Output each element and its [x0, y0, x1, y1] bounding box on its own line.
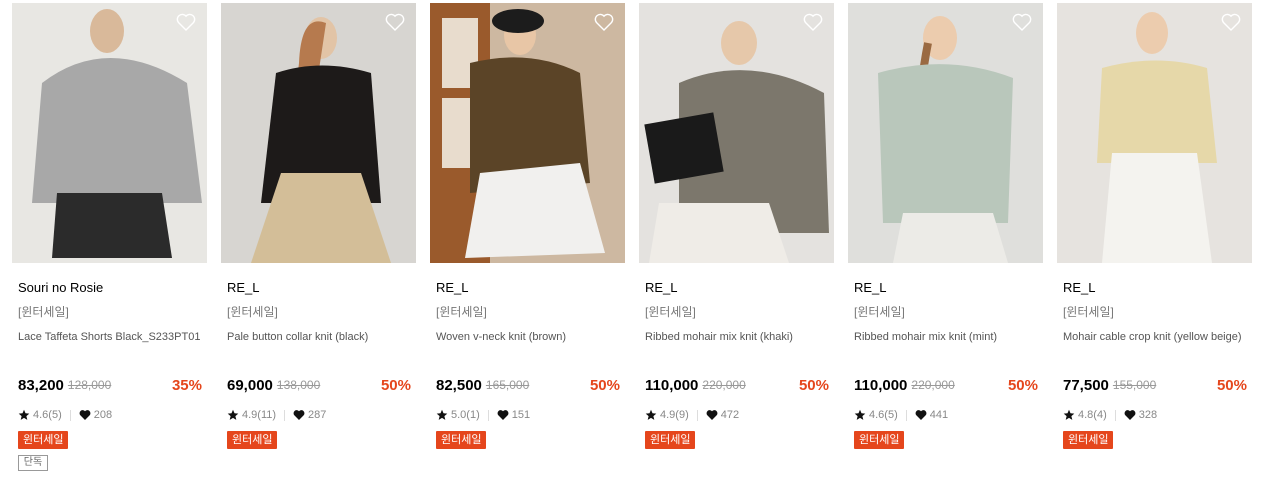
- brand-name[interactable]: RE_L: [645, 280, 829, 296]
- like-count: 151: [511, 409, 531, 421]
- brand-name[interactable]: RE_L: [436, 280, 620, 296]
- sale-price: 83,200: [18, 376, 64, 394]
- heart-icon: [706, 409, 718, 421]
- discount-rate: 50%: [1007, 376, 1038, 394]
- like-count: 287: [308, 409, 327, 421]
- product-title[interactable]: Lace Taffeta Shorts Black_S233PT01: [18, 329, 202, 363]
- rating: 4.9(9): [660, 409, 689, 421]
- divider: [905, 409, 907, 421]
- sale-tag: [윈터세일]: [854, 305, 905, 319]
- sale-tag: [윈터세일]: [645, 305, 696, 319]
- product-card[interactable]: RE_L [윈터세일] Woven v-neck knit (brown) 82…: [430, 3, 625, 498]
- divider: [487, 409, 489, 421]
- product-card[interactable]: RE_L [윈터세일] Ribbed mohair mix knit (khak…: [639, 3, 834, 498]
- product-photo: [12, 3, 207, 263]
- rating: 4.9(11): [242, 409, 277, 421]
- discount-rate: 50%: [798, 376, 829, 394]
- event-badge: 윈터세일: [854, 431, 905, 449]
- rating: 5.0(1): [451, 409, 480, 421]
- star-icon: [1063, 409, 1075, 421]
- product-title[interactable]: Woven v-neck knit (brown): [436, 329, 620, 363]
- star-icon: [227, 409, 239, 421]
- heart-icon: [915, 409, 927, 421]
- divider: [69, 409, 71, 421]
- event-badge: 윈터세일: [1063, 431, 1114, 449]
- sale-tag: [윈터세일]: [18, 305, 69, 319]
- brand-name[interactable]: RE_L: [227, 280, 411, 296]
- sale-price: 110,000: [854, 376, 908, 394]
- wishlist-heart-icon[interactable]: [175, 11, 197, 33]
- original-price: 138,000: [276, 378, 321, 392]
- product-card[interactable]: Souri no Rosie [윈터세일] Lace Taffeta Short…: [12, 3, 207, 498]
- brand-name[interactable]: RE_L: [854, 280, 1038, 296]
- product-card[interactable]: RE_L [윈터세일] Ribbed mohair mix knit (mint…: [848, 3, 1043, 498]
- heart-icon: [79, 409, 91, 421]
- event-badge: 윈터세일: [18, 431, 69, 449]
- product-image[interactable]: [639, 3, 834, 263]
- product-image[interactable]: [12, 3, 207, 263]
- discount-rate: 50%: [589, 376, 620, 394]
- event-badge: 윈터세일: [227, 431, 278, 449]
- heart-icon: [497, 409, 509, 421]
- original-price: 155,000: [1112, 378, 1157, 392]
- product-card[interactable]: RE_L [윈터세일] Pale button collar knit (bla…: [221, 3, 416, 498]
- product-image[interactable]: [848, 3, 1043, 263]
- product-photo: [639, 3, 834, 263]
- discount-rate: 35%: [171, 376, 202, 394]
- product-photo: [430, 3, 625, 263]
- discount-rate: 50%: [1216, 376, 1247, 394]
- like-count: 208: [93, 409, 113, 421]
- divider: [1114, 409, 1116, 421]
- product-grid: Souri no Rosie [윈터세일] Lace Taffeta Short…: [0, 0, 1261, 504]
- event-badge: 윈터세일: [645, 431, 696, 449]
- wishlist-heart-icon[interactable]: [1011, 11, 1033, 33]
- product-title[interactable]: Ribbed mohair mix knit (khaki): [645, 329, 829, 363]
- wishlist-heart-icon[interactable]: [593, 11, 615, 33]
- event-badge: 윈터세일: [436, 431, 487, 449]
- star-icon: [436, 409, 448, 421]
- brand-name[interactable]: Souri no Rosie: [18, 280, 202, 296]
- product-title[interactable]: Ribbed mohair mix knit (mint): [854, 329, 1038, 363]
- original-price: 165,000: [485, 378, 530, 392]
- discount-rate: 50%: [380, 376, 411, 394]
- like-count: 472: [720, 409, 740, 421]
- product-image[interactable]: [221, 3, 416, 263]
- sale-price: 110,000: [645, 376, 699, 394]
- wishlist-heart-icon[interactable]: [1220, 11, 1242, 33]
- product-title[interactable]: Mohair cable crop knit (yellow beige): [1063, 329, 1247, 363]
- rating: 4.8(4): [1078, 409, 1107, 421]
- rating: 4.6(5): [33, 409, 62, 421]
- product-photo: [1057, 3, 1252, 263]
- wishlist-heart-icon[interactable]: [802, 11, 824, 33]
- exclusive-badge: 단독: [18, 455, 48, 471]
- product-title[interactable]: Pale button collar knit (black): [227, 329, 411, 363]
- product-card[interactable]: RE_L [윈터세일] Mohair cable crop knit (yell…: [1057, 3, 1252, 498]
- like-count: 328: [1138, 409, 1158, 421]
- original-price: 220,000: [702, 378, 746, 392]
- star-icon: [18, 409, 30, 421]
- like-count: 441: [929, 409, 949, 421]
- product-photo: [221, 3, 416, 263]
- wishlist-heart-icon[interactable]: [384, 11, 406, 33]
- star-icon: [854, 409, 866, 421]
- heart-icon: [1124, 409, 1136, 421]
- original-price: 220,000: [911, 378, 955, 392]
- heart-icon: [293, 409, 305, 421]
- divider: [696, 409, 698, 421]
- sale-tag: [윈터세일]: [1063, 305, 1114, 319]
- sale-price: 77,500: [1063, 376, 1109, 394]
- sale-price: 69,000: [227, 376, 273, 394]
- sale-tag: [윈터세일]: [227, 305, 278, 319]
- product-image[interactable]: [430, 3, 625, 263]
- star-icon: [645, 409, 657, 421]
- product-image[interactable]: [1057, 3, 1252, 263]
- product-photo: [848, 3, 1043, 263]
- sale-tag: [윈터세일]: [436, 305, 487, 319]
- sale-price: 82,500: [436, 376, 482, 394]
- brand-name[interactable]: RE_L: [1063, 280, 1247, 296]
- original-price: 128,000: [67, 378, 112, 392]
- divider: [284, 409, 286, 421]
- rating: 4.6(5): [869, 409, 898, 421]
